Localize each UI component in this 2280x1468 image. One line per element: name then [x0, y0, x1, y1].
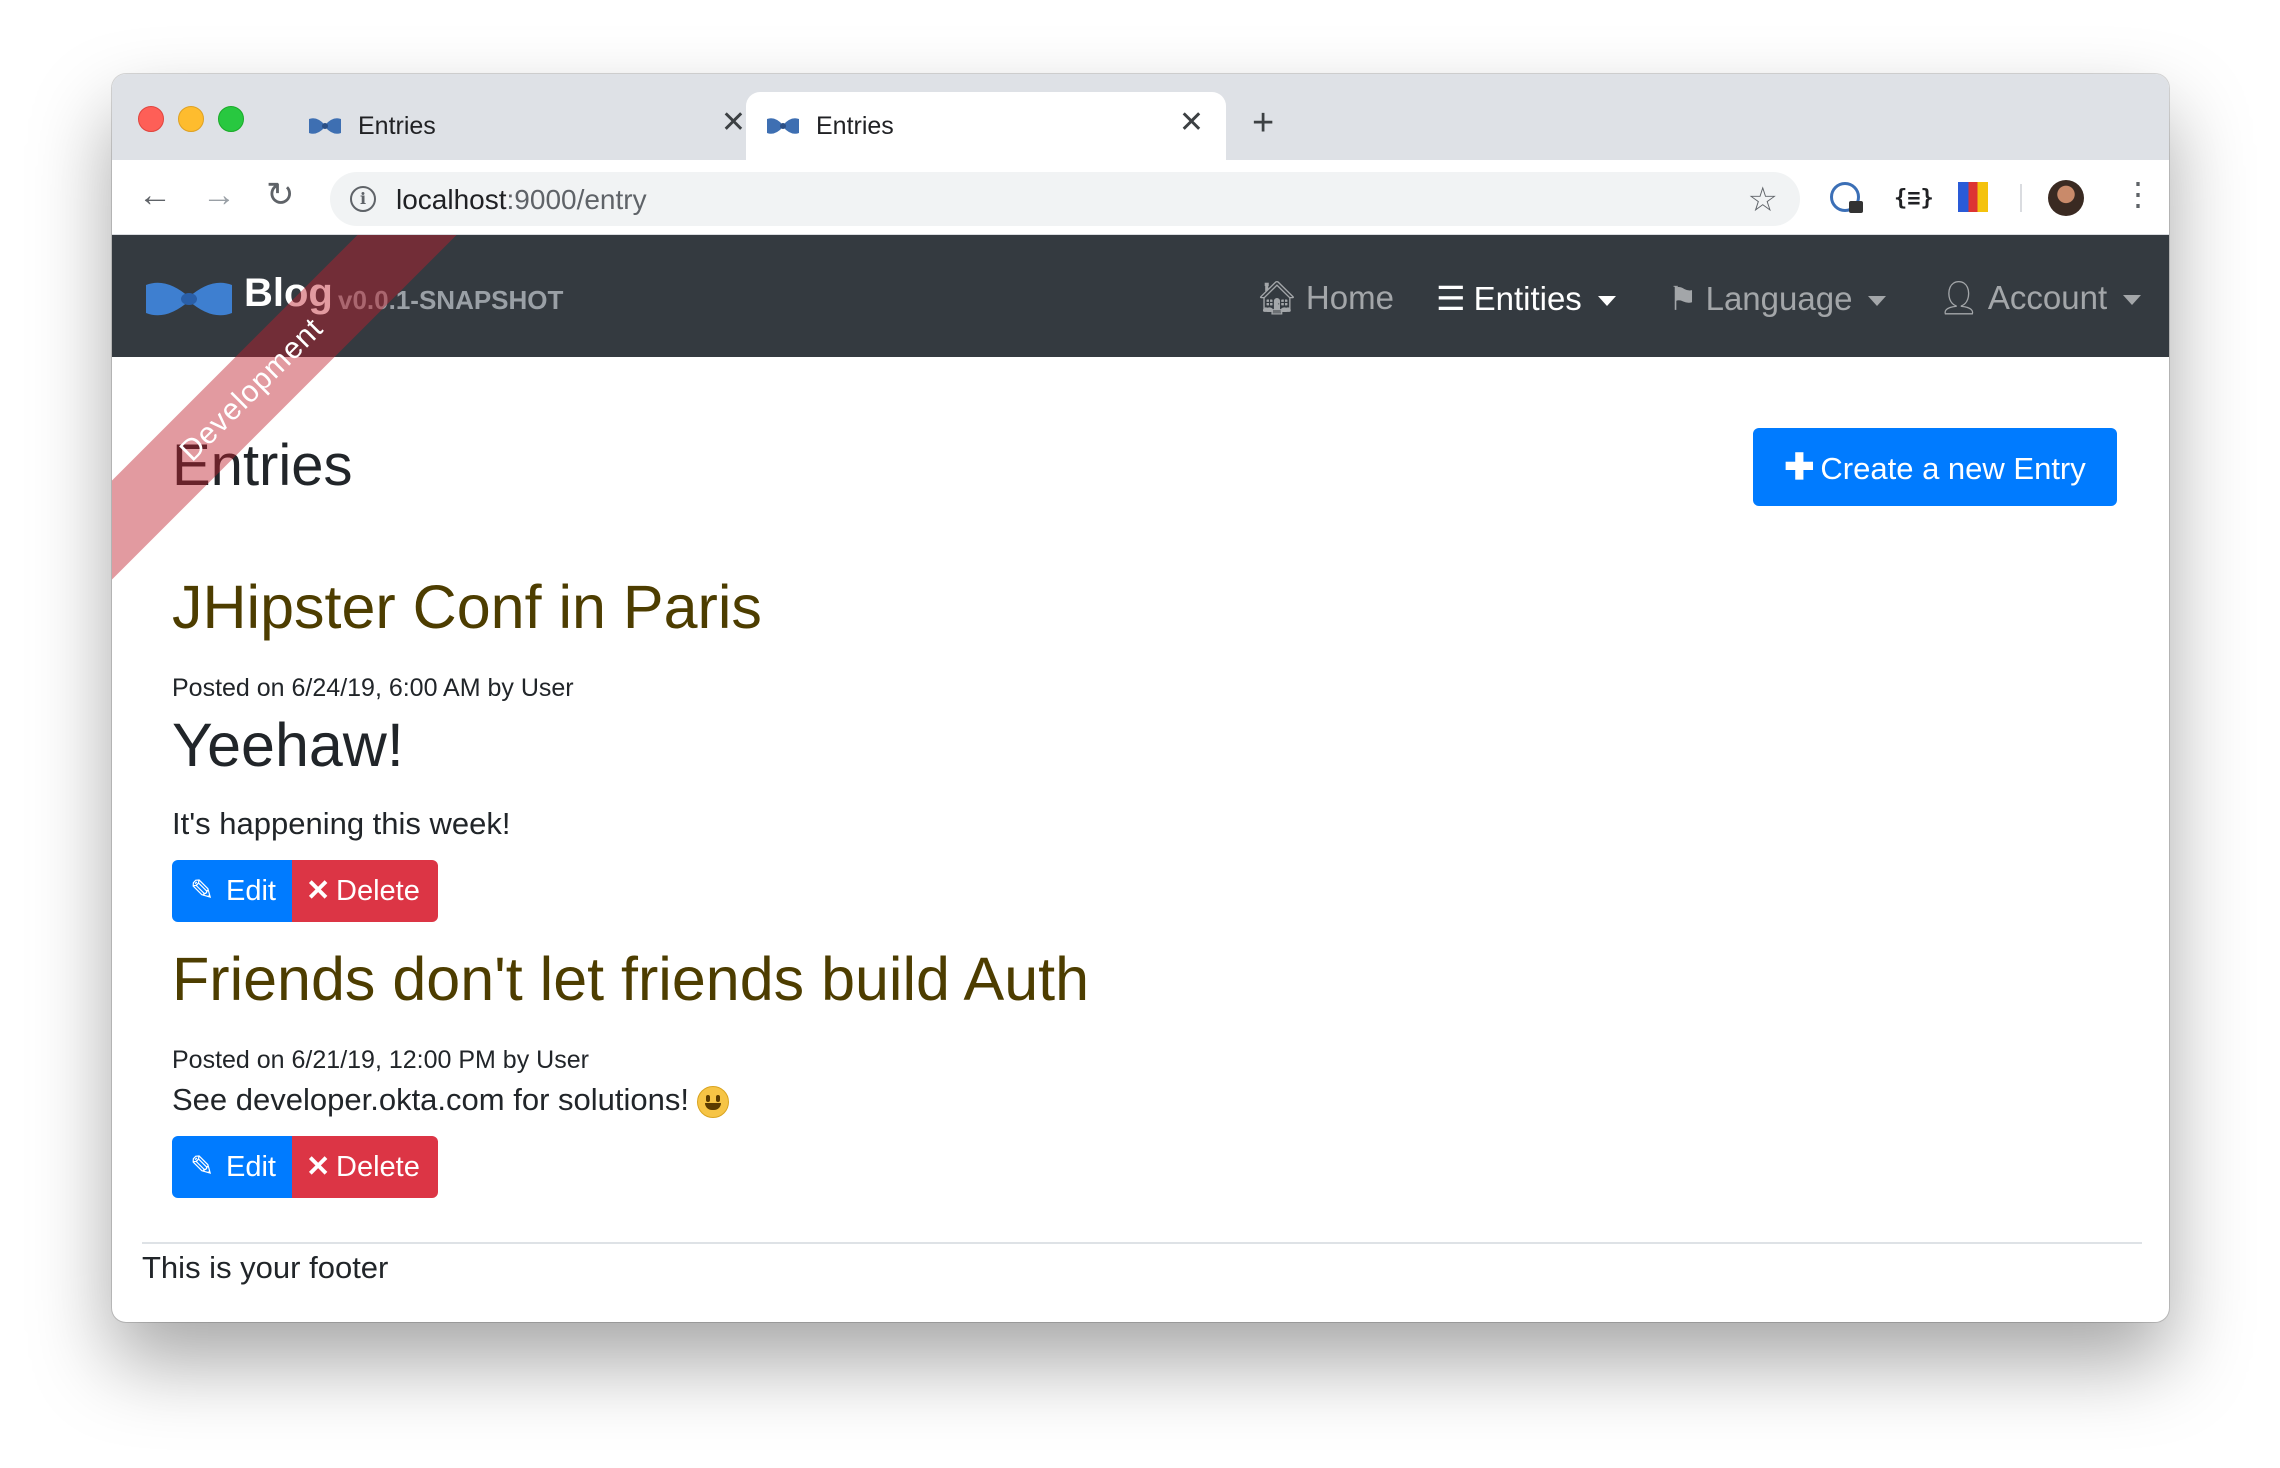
- delete-label: Delete: [336, 1151, 420, 1183]
- create-entry-label: Create a new Entry: [1820, 451, 2086, 486]
- plus-icon: ✚: [1784, 446, 1815, 487]
- browser-tab-2[interactable]: Entries ✕: [746, 92, 1226, 160]
- toolbar-divider: [2020, 184, 2022, 212]
- edit-button[interactable]: ✎ Edit: [172, 860, 292, 922]
- close-window-button[interactable]: [138, 106, 164, 132]
- reload-icon[interactable]: ↻: [266, 178, 295, 212]
- url-path: :9000/entry: [506, 184, 647, 215]
- edit-label: Edit: [226, 1151, 276, 1183]
- json-extension-icon[interactable]: {≡}: [1894, 186, 1934, 211]
- more-menu-icon[interactable]: ⋮: [2122, 178, 2154, 210]
- new-tab-button[interactable]: +: [1252, 104, 1274, 142]
- nav-entities-dropdown[interactable]: ☰ Entities: [1436, 279, 1616, 318]
- flag-icon: ⚑: [1668, 280, 1698, 317]
- edit-button[interactable]: ✎ Edit: [172, 1136, 292, 1198]
- entry-body-text: See developer.okta.com for solutions!: [172, 1082, 729, 1118]
- bookmark-star-icon[interactable]: ☆: [1748, 180, 1778, 220]
- entry-title-link[interactable]: JHipster Conf in Paris: [172, 572, 762, 642]
- browser-tab-1[interactable]: Entries ✕: [288, 92, 768, 160]
- bowtie-logo-icon[interactable]: [144, 279, 234, 319]
- lighthouse-extension-icon[interactable]: [1958, 182, 1988, 212]
- brand-name[interactable]: Blog: [244, 271, 333, 316]
- close-tab-icon[interactable]: ✕: [721, 108, 746, 138]
- caret-down-icon: [1597, 296, 1616, 307]
- bowtie-favicon-icon: [309, 118, 341, 134]
- footer-text: This is your footer: [142, 1250, 389, 1285]
- nav-entities-label: Entities: [1473, 280, 1582, 317]
- smiley-emoji-icon: [696, 1085, 729, 1118]
- nav-language-label: Language: [1705, 280, 1853, 317]
- entry-body-text: It's happening this week!: [172, 806, 511, 841]
- create-entry-button[interactable]: ✚ Create a new Entry: [1753, 428, 2117, 506]
- entry-body-heading: Yeehaw!: [172, 711, 404, 779]
- caret-down-icon: [1868, 296, 1887, 307]
- list-icon: ☰: [1436, 280, 1466, 317]
- bowtie-favicon-icon: [767, 118, 799, 134]
- close-tab-icon[interactable]: ✕: [1179, 108, 1204, 138]
- edit-label: Edit: [226, 875, 276, 907]
- pencil-icon: ✎: [190, 875, 215, 907]
- maximize-window-button[interactable]: [218, 106, 244, 132]
- nav-language-dropdown[interactable]: ⚑ Language: [1668, 279, 1887, 318]
- nav-account-label: Account: [1987, 279, 2108, 316]
- entry-meta: Posted on 6/24/19, 6:00 AM by User: [172, 674, 574, 702]
- browser-toolbar: ← → ↻ i localhost:9000/entry ☆ {≡} ⋮: [112, 160, 2169, 235]
- close-icon: ✕: [306, 1151, 331, 1183]
- user-icon: 👤︎: [1938, 279, 1980, 316]
- minimize-window-button[interactable]: [178, 106, 204, 132]
- nav-home-label: Home: [1305, 279, 1394, 316]
- address-bar[interactable]: i localhost:9000/entry ☆: [330, 172, 1800, 226]
- pencil-icon: ✎: [190, 1151, 215, 1183]
- entry-meta: Posted on 6/21/19, 12:00 PM by User: [172, 1046, 589, 1074]
- tab-title: Entries: [816, 112, 894, 140]
- app-navbar: Blog v0.0.1-SNAPSHOT 🏠︎ Home ☰ Entities ⚑ L…: [112, 235, 2169, 357]
- password-manager-extension-icon[interactable]: [1830, 182, 1863, 213]
- lock-icon: [1849, 201, 1863, 213]
- caret-down-icon: [2123, 295, 2142, 306]
- url-text: localhost:9000/entry: [396, 184, 647, 216]
- tab-strip: Entries ✕ Entries ✕ +: [112, 74, 2169, 160]
- delete-button[interactable]: ✕ Delete: [292, 860, 438, 922]
- delete-label: Delete: [336, 875, 420, 907]
- close-icon: ✕: [306, 875, 331, 907]
- delete-button[interactable]: ✕ Delete: [292, 1136, 438, 1198]
- tab-title: Entries: [358, 112, 436, 140]
- forward-arrow-icon[interactable]: →: [202, 178, 236, 212]
- entry-title-link[interactable]: Friends don't let friends build Auth: [172, 944, 1089, 1014]
- url-host: localhost: [396, 184, 507, 215]
- home-icon: 🏠︎: [1256, 279, 1298, 316]
- info-icon[interactable]: i: [350, 186, 376, 212]
- browser-window: Entries ✕ Entries ✕ + ← → ↻ i localhost:…: [112, 74, 2169, 1322]
- back-arrow-icon[interactable]: ←: [138, 178, 172, 212]
- profile-avatar[interactable]: [2048, 180, 2084, 216]
- nav-account-dropdown[interactable]: 👤︎ Account: [1938, 279, 2142, 318]
- footer-divider: [142, 1242, 2142, 1244]
- app-version: v0.0.1-SNAPSHOT: [338, 285, 564, 315]
- page-title: Entries: [172, 433, 353, 498]
- nav-home[interactable]: 🏠︎ Home: [1256, 279, 1394, 318]
- entry-body-text-content: See developer.okta.com for solutions!: [172, 1082, 689, 1117]
